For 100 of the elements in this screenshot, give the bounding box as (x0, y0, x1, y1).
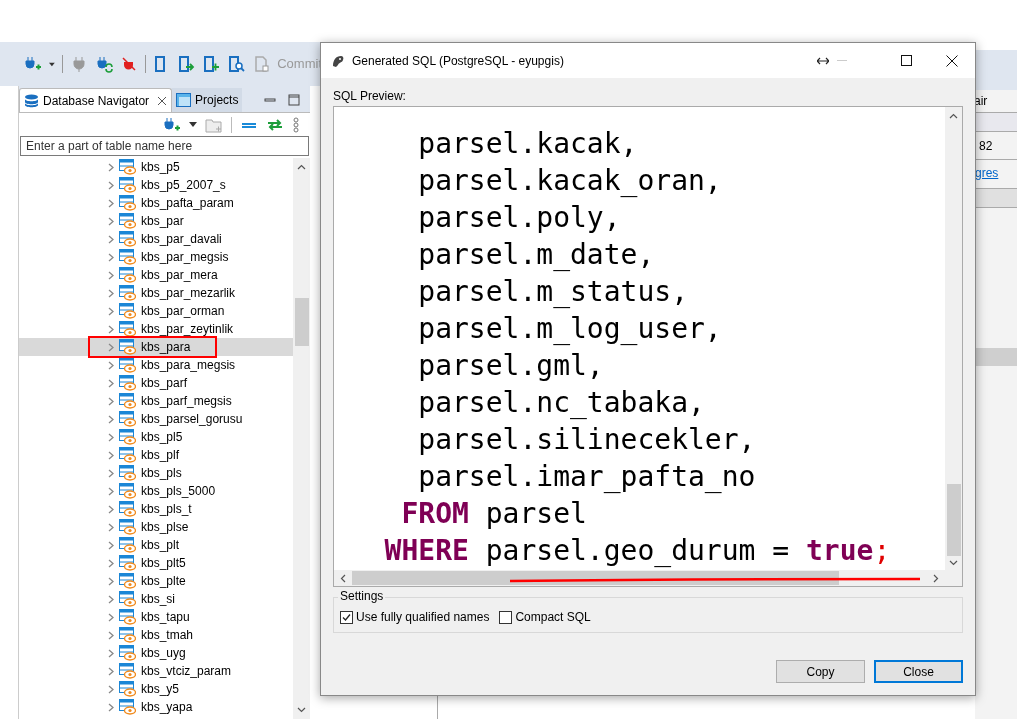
window-icon (176, 93, 192, 107)
scroll-right-icon[interactable] (933, 573, 939, 583)
tree-item[interactable]: kbs_plte (19, 572, 293, 590)
table-view-icon (119, 609, 136, 625)
preview-label: SQL Preview: (333, 89, 407, 104)
tree-item[interactable]: kbs_plt (19, 536, 293, 554)
dialog-title: Generated SQL (PostgreSQL - eyupgis) (352, 52, 564, 70)
horizontal-scrollbar[interactable] (334, 570, 962, 586)
selected-row (975, 348, 1017, 366)
commit-document-icon[interactable] (252, 55, 271, 73)
plug-add-icon[interactable] (163, 115, 181, 134)
tree-item[interactable]: kbs_plf (19, 446, 293, 464)
table-view-icon (119, 339, 136, 355)
tree-item[interactable]: kbs_y5 (19, 680, 293, 698)
checkbox[interactable] (340, 610, 353, 624)
tree-item[interactable]: kbs_tmah (19, 626, 293, 644)
table-view-icon (119, 447, 136, 463)
scroll-down-icon[interactable] (297, 707, 306, 713)
table-view-icon (119, 177, 136, 193)
table-view-icon (119, 159, 136, 175)
table-view-icon (119, 501, 136, 517)
table-view-icon (119, 249, 136, 265)
scrollbar-thumb[interactable] (294, 298, 309, 346)
dialog-button[interactable]: Close (874, 660, 963, 683)
table-view-icon (119, 393, 136, 409)
table-view-icon (119, 645, 136, 661)
check-icon (342, 612, 351, 622)
table-view-icon (119, 537, 136, 553)
scroll-down-icon[interactable] (949, 560, 958, 566)
plug-add-icon[interactable] (24, 55, 42, 73)
table-view-icon (119, 267, 136, 283)
panel-tab[interactable]: Database Navigator (19, 88, 173, 112)
document-add-icon[interactable] (202, 55, 221, 73)
tree-item[interactable]: kbs_vtciz_param (19, 662, 293, 680)
tree-item[interactable]: kbs_p5_2007_s (19, 176, 293, 194)
vertical-scrollbar[interactable] (945, 107, 962, 570)
tree-item[interactable]: kbs_pls_t (19, 500, 293, 518)
search-field[interactable]: Enter a part of table name here (20, 136, 309, 156)
table-view-icon (119, 627, 136, 643)
tree-item[interactable]: kbs_par_orman (19, 302, 293, 320)
app-logo-icon (331, 53, 345, 68)
vertical-scrollbar[interactable] (293, 158, 310, 719)
dialog-button[interactable]: Copy (776, 660, 865, 683)
resize-arrow-icon[interactable] (817, 56, 829, 65)
dropdown-caret-icon[interactable] (49, 61, 55, 67)
scroll-left-icon[interactable] (340, 573, 346, 583)
checkbox-label: Compact SQL (515, 609, 591, 626)
tree-item[interactable]: kbs_para_megsis (19, 356, 293, 374)
scrollbar-thumb[interactable] (946, 484, 961, 556)
document-arrow-icon[interactable] (177, 55, 196, 73)
tree-item[interactable]: kbs_par (19, 212, 293, 230)
checkbox[interactable] (499, 610, 513, 624)
scroll-up-icon[interactable] (949, 113, 958, 119)
tree-item[interactable]: kbs_par_megsis (19, 248, 293, 266)
tree-item[interactable]: kbs_uyg (19, 644, 293, 662)
tree-item[interactable]: kbs_tapu (19, 608, 293, 626)
dropdown-caret-icon[interactable] (189, 122, 197, 127)
table-view-icon (119, 519, 136, 535)
table-view-icon (119, 591, 136, 607)
more-options-icon[interactable] (292, 116, 300, 133)
table-view-icon (119, 483, 136, 499)
tree-item[interactable]: kbs_par_mera (19, 266, 293, 284)
tree-item[interactable]: kbs_si (19, 590, 293, 608)
tree-item[interactable]: kbs_plt5 (19, 554, 293, 572)
table-row (975, 188, 1017, 208)
document-search-icon[interactable] (227, 55, 246, 73)
tree-item[interactable]: kbs_plse (19, 518, 293, 536)
panel-tab[interactable]: Projects (172, 88, 243, 112)
tree-item[interactable]: kbs_parsel_gorusu (19, 410, 293, 428)
table-view-icon (119, 357, 136, 373)
sql-line: parsel.poly, (417, 200, 622, 236)
table-view-icon (119, 303, 136, 319)
tree-item[interactable]: kbs_pls (19, 464, 293, 482)
table-view-icon (119, 285, 136, 301)
tree-item[interactable]: kbs_parf (19, 374, 293, 392)
close-icon[interactable] (157, 95, 168, 106)
tree-item[interactable]: kbs_pl5 (19, 428, 293, 446)
background-link[interactable]: gres (975, 160, 1017, 186)
database-icon (24, 93, 39, 108)
plug-disconnect-icon[interactable] (119, 55, 138, 73)
scroll-up-icon[interactable] (297, 164, 306, 170)
sql-line: WHERE parsel.geo_durum = true; (383, 533, 892, 569)
sql-line: parsel.gml, (417, 348, 605, 384)
tree-item[interactable]: kbs_pafta_param (19, 194, 293, 212)
settings-title: Settings (338, 589, 386, 603)
tree-item[interactable]: kbs_par_davali (19, 230, 293, 248)
maximize-icon[interactable] (288, 94, 300, 106)
sql-line: parsel.kacak, (417, 126, 639, 162)
table-view-icon (119, 465, 136, 481)
tree-item[interactable]: kbs_p5 (19, 158, 293, 176)
table-view-icon (119, 195, 136, 211)
sql-line: parsel.kacak_oran, (417, 163, 723, 199)
tree-item[interactable]: kbs_parf_megsis (19, 392, 293, 410)
tree-item[interactable]: kbs_para (19, 338, 293, 356)
tree-item[interactable]: kbs_par_mezarlik (19, 284, 293, 302)
tree-item[interactable]: kbs_pls_5000 (19, 482, 293, 500)
tree-item[interactable]: kbs_par_zeytinlik (19, 320, 293, 338)
tree-item[interactable]: kbs_yapa (19, 698, 293, 716)
plug-refresh-icon[interactable] (94, 55, 113, 73)
table-view-icon (119, 699, 136, 715)
